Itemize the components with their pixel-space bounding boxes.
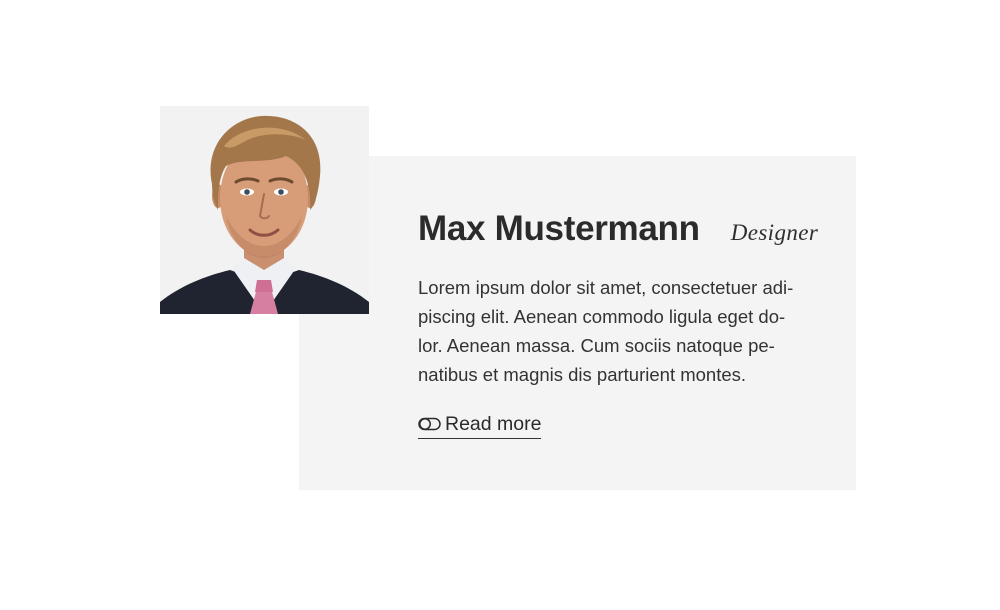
profile-photo: [160, 106, 369, 314]
read-more-label: Read more: [445, 413, 542, 435]
profile-card-section: Max Mustermann Designer Lorem ipsum dolo…: [0, 0, 1000, 610]
profile-content: Max Mustermann Designer Lorem ipsum dolo…: [418, 207, 838, 389]
toggle-pill-icon: [418, 417, 441, 431]
bio-line: lor. Aenean massa. Cum sociis natoque pe…: [418, 335, 775, 356]
bio-line: natibus et magnis dis parturient montes.: [418, 364, 747, 385]
portrait-image: [160, 106, 369, 314]
profile-bio: Lorem ipsum dolor sit amet, consectetuer…: [418, 273, 828, 389]
profile-heading: Max Mustermann Designer: [418, 207, 838, 251]
bio-line: Lorem ipsum dolor sit amet, consectetuer…: [418, 277, 794, 298]
profile-role: Designer: [730, 220, 819, 245]
bio-line: piscing elit. Aenean commodo ligula eget…: [418, 306, 786, 327]
read-more-link[interactable]: Read more: [418, 412, 542, 439]
profile-name: Max Mustermann: [418, 209, 700, 248]
